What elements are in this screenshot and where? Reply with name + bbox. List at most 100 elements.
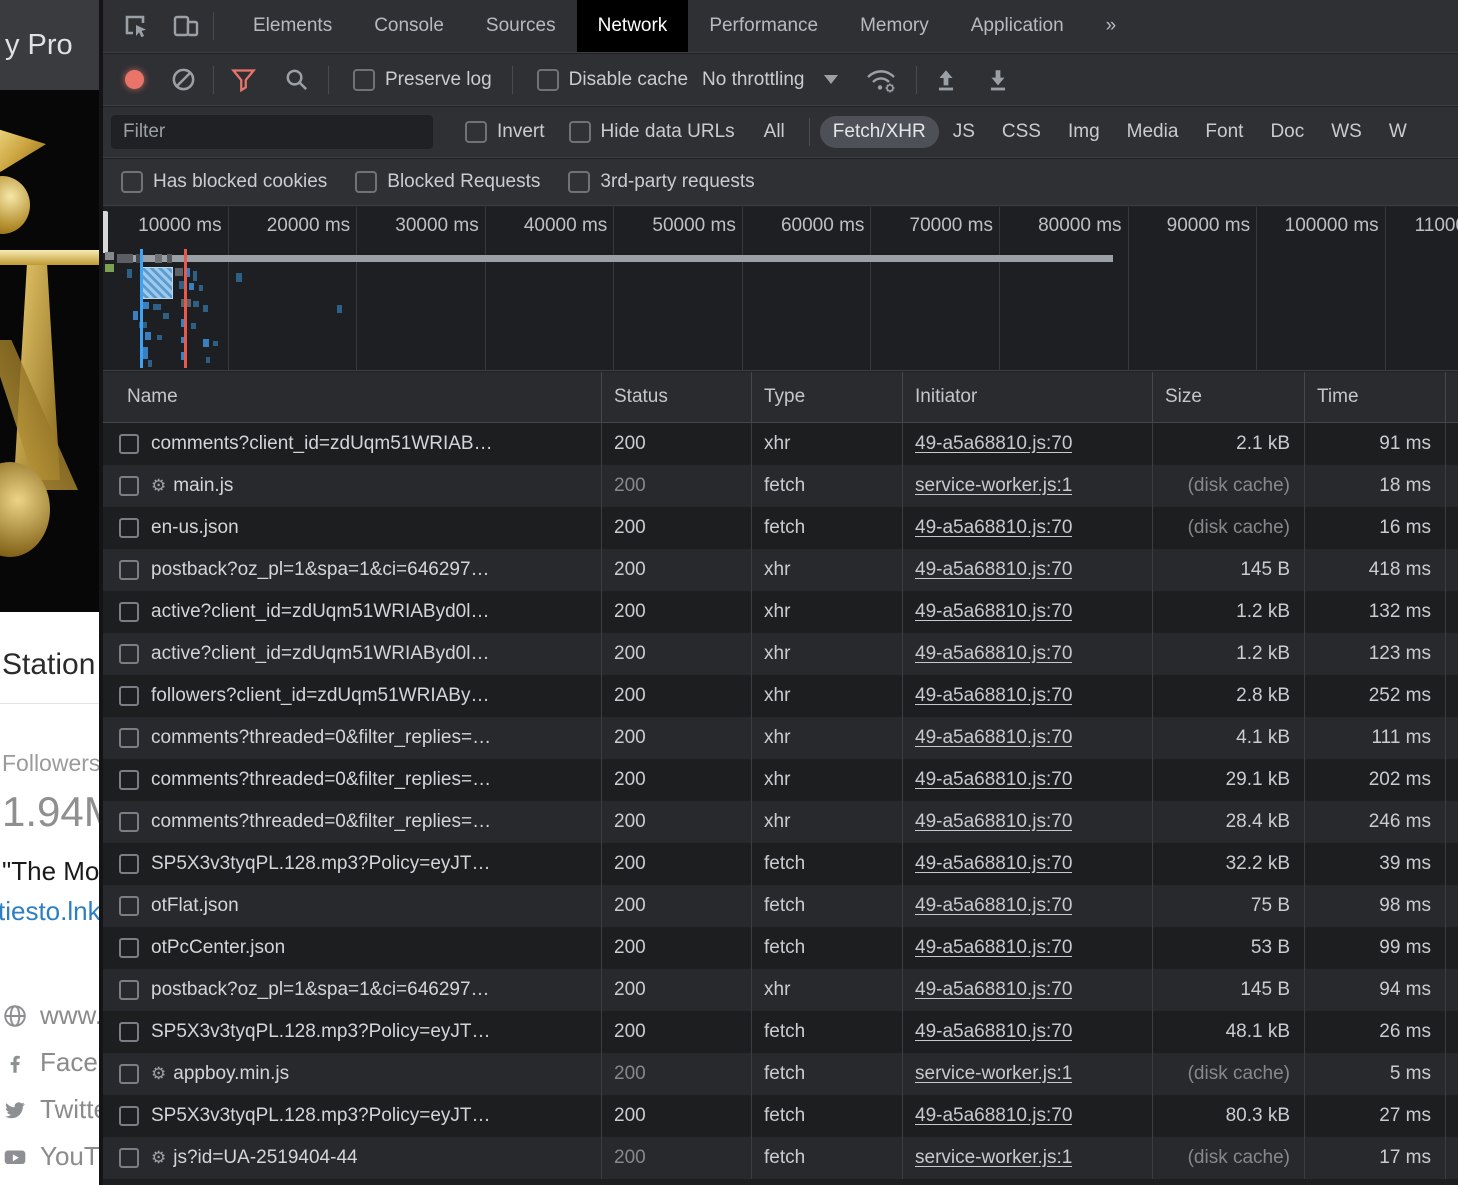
filter-toggle-icon[interactable] (230, 66, 257, 93)
record-button[interactable] (125, 70, 144, 89)
export-har-icon[interactable] (985, 67, 1011, 93)
initiator-link[interactable]: 49-a5a68810.js:70 (915, 643, 1072, 665)
initiator-link[interactable]: service-worker.js:1 (915, 1147, 1072, 1169)
filter-type-ws[interactable]: WS (1318, 116, 1375, 148)
filter-type-js[interactable]: JS (940, 116, 988, 148)
request-checkbox[interactable] (119, 1106, 139, 1126)
overview-drag-handle[interactable] (103, 211, 108, 253)
disable-cache-checkbox[interactable] (537, 69, 559, 91)
tab-console[interactable]: Console (353, 0, 465, 52)
initiator-link[interactable]: 49-a5a68810.js:70 (915, 895, 1072, 917)
invert-checkbox[interactable] (465, 121, 487, 143)
import-har-icon[interactable] (933, 67, 959, 93)
request-row[interactable]: ⚙ SP5X3v3tyqPL.128.mp3?Policy=eyJT… 200 … (103, 843, 1458, 885)
initiator-link[interactable]: 49-a5a68810.js:70 (915, 727, 1072, 749)
filter-type-all[interactable]: All (751, 116, 798, 148)
initiator-link[interactable]: 49-a5a68810.js:70 (915, 1021, 1072, 1043)
request-row[interactable]: ⚙ comments?threaded=0&filter_replies=… 2… (103, 717, 1458, 759)
request-checkbox[interactable] (119, 602, 139, 622)
filter-type-img[interactable]: Img (1055, 116, 1113, 148)
device-toolbar-icon[interactable] (169, 9, 203, 43)
initiator-link[interactable]: 49-a5a68810.js:70 (915, 979, 1072, 1001)
third-party-requests-checkbox[interactable] (568, 171, 590, 193)
filter-type-fetch-xhr[interactable]: Fetch/XHR (820, 116, 939, 148)
hide-data-urls-checkbox[interactable] (569, 121, 591, 143)
request-checkbox[interactable] (119, 938, 139, 958)
request-row[interactable]: ⚙ postback?oz_pl=1&spa=1&ci=646297… 200 … (103, 969, 1458, 1011)
tab-application[interactable]: Application (950, 0, 1085, 52)
request-row[interactable]: ⚙ postback?oz_pl=1&spa=1&ci=646297… 200 … (103, 549, 1458, 591)
initiator-link[interactable]: 49-a5a68810.js:70 (915, 559, 1072, 581)
initiator-link[interactable]: 49-a5a68810.js:70 (915, 853, 1072, 875)
initiator-link[interactable]: 49-a5a68810.js:70 (915, 937, 1072, 959)
request-row[interactable]: ⚙ SP5X3v3tyqPL.128.mp3?Policy=eyJT… 200 … (103, 1095, 1458, 1137)
column-header-time[interactable]: Time (1305, 372, 1446, 422)
filter-type-doc[interactable]: Doc (1257, 116, 1317, 148)
request-checkbox[interactable] (119, 476, 139, 496)
request-checkbox[interactable] (119, 434, 139, 454)
request-checkbox[interactable] (119, 560, 139, 580)
request-row[interactable]: ⚙ comments?threaded=0&filter_replies=… 2… (103, 801, 1458, 843)
station-button[interactable]: Station (0, 612, 99, 704)
has-blocked-cookies-checkbox[interactable] (121, 171, 143, 193)
request-row[interactable]: ⚙ followers?client_id=zdUqm51WRIABy… 200… (103, 675, 1458, 717)
request-row[interactable]: ⚙ appboy.min.js 200 fetch service-worker… (103, 1053, 1458, 1095)
request-checkbox[interactable] (119, 644, 139, 664)
initiator-link[interactable]: 49-a5a68810.js:70 (915, 1105, 1072, 1127)
request-checkbox[interactable] (119, 1148, 139, 1168)
filter-input[interactable] (111, 115, 433, 149)
column-header-type[interactable]: Type (752, 372, 903, 422)
request-row[interactable]: ⚙ otPcCenter.json 200 fetch 49-a5a68810.… (103, 927, 1458, 969)
initiator-link[interactable]: service-worker.js:1 (915, 1063, 1072, 1085)
network-conditions-icon[interactable] (864, 65, 898, 95)
column-header-size[interactable]: Size (1153, 372, 1305, 422)
social-link[interactable]: YouTu (2, 1133, 103, 1180)
request-row[interactable]: ⚙ comments?threaded=0&filter_replies=… 2… (103, 759, 1458, 801)
request-row[interactable]: ⚙ comments?client_id=zdUqm51WRIAB… 200 x… (103, 423, 1458, 465)
filter-type-media[interactable]: Media (1114, 116, 1192, 148)
initiator-link[interactable]: 49-a5a68810.js:70 (915, 433, 1072, 455)
initiator-link[interactable]: 49-a5a68810.js:70 (915, 685, 1072, 707)
initiator-link[interactable]: 49-a5a68810.js:70 (915, 769, 1072, 791)
more-tabs-button[interactable]: » (1085, 0, 1138, 52)
request-checkbox[interactable] (119, 1022, 139, 1042)
artist-link[interactable]: tiesto.lnk (0, 896, 101, 927)
request-checkbox[interactable] (119, 896, 139, 916)
column-header-status[interactable]: Status (602, 372, 752, 422)
search-icon[interactable] (283, 66, 310, 93)
timeline-overview[interactable]: 10000 ms 20000 ms 30000 ms 40000 ms 5000… (103, 207, 1458, 371)
filter-type-wasm[interactable]: W (1376, 116, 1420, 148)
request-checkbox[interactable] (119, 518, 139, 538)
filter-type-font[interactable]: Font (1192, 116, 1256, 148)
preserve-log-checkbox[interactable] (353, 69, 375, 91)
initiator-link[interactable]: 49-a5a68810.js:70 (915, 517, 1072, 539)
request-row[interactable]: ⚙ active?client_id=zdUqm51WRIAByd0l… 200… (103, 591, 1458, 633)
initiator-link[interactable]: 49-a5a68810.js:70 (915, 811, 1072, 833)
social-link[interactable]: Faceb (2, 1039, 103, 1086)
social-link[interactable]: Twitte (2, 1086, 103, 1133)
social-link[interactable]: Instag (2, 1180, 103, 1185)
column-header-name[interactable]: Name (103, 372, 602, 422)
request-checkbox[interactable] (119, 686, 139, 706)
request-checkbox[interactable] (119, 1064, 139, 1084)
clear-button[interactable] (170, 66, 197, 93)
request-row[interactable]: ⚙ js?id=UA-2519404-44 200 fetch service-… (103, 1137, 1458, 1179)
tab-network[interactable]: Network (577, 0, 689, 52)
tab-performance[interactable]: Performance (688, 0, 839, 52)
social-link[interactable]: www. (2, 992, 103, 1039)
request-checkbox[interactable] (119, 980, 139, 1000)
request-row[interactable]: ⚙ active?client_id=zdUqm51WRIAByd0l… 200… (103, 633, 1458, 675)
tab-memory[interactable]: Memory (839, 0, 950, 52)
request-checkbox[interactable] (119, 770, 139, 790)
request-row[interactable]: ⚙ otFlat.json 200 fetch 49-a5a68810.js:7… (103, 885, 1458, 927)
request-checkbox[interactable] (119, 854, 139, 874)
blocked-requests-checkbox[interactable] (355, 171, 377, 193)
initiator-link[interactable]: service-worker.js:1 (915, 475, 1072, 497)
request-row[interactable]: ⚙ SP5X3v3tyqPL.128.mp3?Policy=eyJT… 200 … (103, 1011, 1458, 1053)
tab-elements[interactable]: Elements (232, 0, 353, 52)
inspect-element-icon[interactable] (119, 9, 153, 43)
initiator-link[interactable]: 49-a5a68810.js:70 (915, 601, 1072, 623)
request-row[interactable]: ⚙ en-us.json 200 fetch 49-a5a68810.js:70… (103, 507, 1458, 549)
request-checkbox[interactable] (119, 812, 139, 832)
column-header-initiator[interactable]: Initiator (903, 372, 1153, 422)
